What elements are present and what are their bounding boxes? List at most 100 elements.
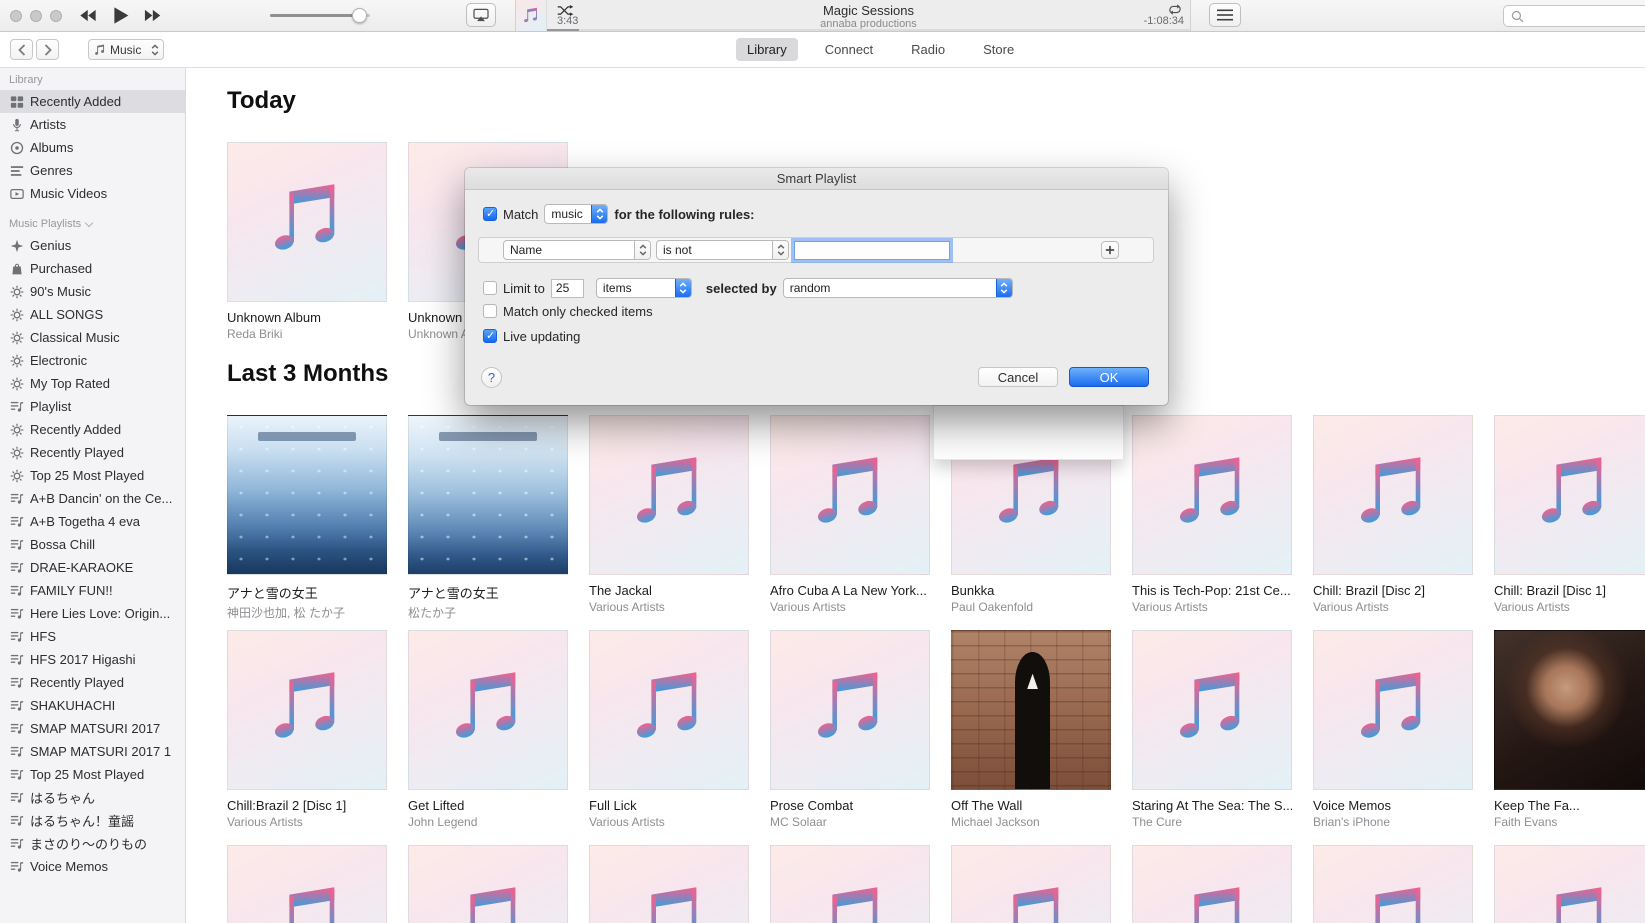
album-card[interactable]: [1132, 845, 1292, 923]
sidebar-item[interactable]: FAMILY FUN!!: [0, 579, 185, 602]
album-art-note[interactable]: [1132, 845, 1292, 923]
sidebar-item[interactable]: SMAP MATSURI 2017 1: [0, 740, 185, 763]
tab-store[interactable]: Store: [972, 38, 1025, 61]
limit-checkbox[interactable]: [483, 281, 497, 295]
album-art-frozen[interactable]: [227, 415, 387, 575]
selected-by-popup[interactable]: random: [782, 278, 1013, 298]
album-card[interactable]: [408, 845, 568, 923]
album-art-note[interactable]: [227, 630, 387, 790]
match-only-checked-checkbox[interactable]: [483, 304, 497, 318]
album-card[interactable]: Unknown Album Reda Briki: [227, 142, 387, 343]
album-card[interactable]: Chill: Brazil [Disc 2] Various Artists: [1313, 415, 1473, 616]
sidebar-item[interactable]: SMAP MATSURI 2017: [0, 717, 185, 740]
repeat-icon[interactable]: [1168, 4, 1182, 15]
match-type-popup[interactable]: music: [544, 204, 609, 224]
album-art-note[interactable]: [1132, 415, 1292, 575]
tab-library[interactable]: Library: [736, 38, 798, 61]
sidebar-item[interactable]: Recently Played: [0, 441, 185, 464]
sidebar-item[interactable]: Albums: [0, 136, 185, 159]
sidebar-item[interactable]: Top 25 Most Played: [0, 763, 185, 786]
album-art-note[interactable]: [770, 845, 930, 923]
sidebar-item[interactable]: Genres: [0, 159, 185, 182]
up-next-button[interactable]: [1209, 3, 1241, 27]
sidebar-item[interactable]: Artists: [0, 113, 185, 136]
add-rule-button[interactable]: [1101, 241, 1119, 259]
rule-field-popup[interactable]: Name: [503, 240, 651, 260]
album-card[interactable]: Afro Cuba A La New York... Various Artist…: [770, 415, 930, 616]
sidebar-item[interactable]: My Top Rated: [0, 372, 185, 395]
ok-button[interactable]: OK: [1069, 367, 1149, 387]
playback-progress[interactable]: [547, 29, 1190, 31]
album-art-note[interactable]: [408, 845, 568, 923]
album-art-note[interactable]: [1313, 415, 1473, 575]
match-checkbox[interactable]: [483, 207, 497, 221]
album-art-note[interactable]: [589, 415, 749, 575]
sidebar-item[interactable]: HFS 2017 Higashi: [0, 648, 185, 671]
live-updating-checkbox[interactable]: [483, 329, 497, 343]
album-art-mj[interactable]: [951, 630, 1111, 790]
sidebar-item[interactable]: まさのり〜のりもの: [0, 832, 185, 855]
sidebar-item[interactable]: はるちゃん！童謡: [0, 809, 185, 832]
volume-knob[interactable]: [352, 8, 367, 23]
album-card[interactable]: Keep The Fa... Faith Evans: [1494, 630, 1645, 831]
album-art-note[interactable]: [589, 630, 749, 790]
sidebar-item[interactable]: A+B Dancin' on the Ce...: [0, 487, 185, 510]
rule-operator-popup[interactable]: is not: [656, 240, 789, 260]
sidebar-item[interactable]: Electronic: [0, 349, 185, 372]
album-card[interactable]: Full Lick Various Artists: [589, 630, 749, 831]
album-card[interactable]: アナと雪の女王 神田沙也加, 松 たか子: [227, 415, 387, 620]
album-card[interactable]: The Jackal Various Artists: [589, 415, 749, 616]
limit-unit-popup[interactable]: items: [595, 278, 692, 298]
sidebar-item[interactable]: Bossa Chill: [0, 533, 185, 556]
album-card[interactable]: Chill: Brazil [Disc 1] Various Artists: [1494, 415, 1645, 616]
album-card[interactable]: アナと雪の女王 松たか子: [408, 415, 568, 620]
next-button[interactable]: [144, 9, 163, 22]
airplay-button[interactable]: [466, 3, 496, 27]
album-art-note[interactable]: [408, 630, 568, 790]
tab-connect[interactable]: Connect: [814, 38, 884, 61]
tab-radio[interactable]: Radio: [900, 38, 956, 61]
sidebar-item[interactable]: Here Lies Love: Origin...: [0, 602, 185, 625]
forward-button[interactable]: [36, 39, 59, 60]
sidebar-item[interactable]: Music Videos: [0, 182, 185, 205]
sidebar-item[interactable]: はるちゃん: [0, 786, 185, 809]
album-card[interactable]: [589, 845, 749, 923]
album-art-note[interactable]: [227, 142, 387, 302]
album-card[interactable]: Off The Wall Michael Jackson: [951, 630, 1111, 831]
album-card[interactable]: This is Tech-Pop: 21st Ce... Various Arti…: [1132, 415, 1292, 616]
album-card[interactable]: Chill:Brazil 2 [Disc 1] Various Artists: [227, 630, 387, 831]
sidebar-item[interactable]: DRAE-KARAOKE: [0, 556, 185, 579]
album-art-note[interactable]: [770, 630, 930, 790]
album-card[interactable]: [1313, 845, 1473, 923]
media-picker[interactable]: Music: [88, 39, 164, 60]
sidebar-item[interactable]: Playlist: [0, 395, 185, 418]
album-card[interactable]: Voice Memos Brian's iPhone: [1313, 630, 1473, 831]
album-card[interactable]: [951, 845, 1111, 923]
album-card[interactable]: Prose Combat MC Solaar: [770, 630, 930, 831]
album-art-note[interactable]: [1132, 630, 1292, 790]
album-card[interactable]: [770, 845, 930, 923]
sidebar-item[interactable]: SHAKUHACHI: [0, 694, 185, 717]
sidebar-item[interactable]: Voice Memos: [0, 855, 185, 878]
album-art-note[interactable]: [589, 845, 749, 923]
sidebar-item[interactable]: A+B Togetha 4 eva: [0, 510, 185, 533]
sidebar-playlists-header[interactable]: Music Playlists: [0, 212, 185, 234]
sidebar-item[interactable]: Top 25 Most Played: [0, 464, 185, 487]
sidebar-item[interactable]: Recently Played: [0, 671, 185, 694]
play-button[interactable]: [112, 6, 130, 25]
album-card[interactable]: [1494, 845, 1645, 923]
sidebar-item[interactable]: Classical Music: [0, 326, 185, 349]
album-art-frozen2[interactable]: [408, 415, 568, 575]
album-art-note[interactable]: [227, 845, 387, 923]
back-button[interactable]: [10, 39, 33, 60]
album-art-faith[interactable]: [1494, 630, 1645, 790]
minimize-window-button[interactable]: [30, 10, 42, 22]
album-art-note[interactable]: [1494, 845, 1645, 923]
rule-value-input[interactable]: [794, 240, 950, 260]
album-art-note[interactable]: [951, 845, 1111, 923]
limit-value-input[interactable]: 25: [550, 278, 584, 298]
album-art-note[interactable]: [1494, 415, 1645, 575]
album-card[interactable]: [227, 845, 387, 923]
sidebar-item[interactable]: Genius: [0, 234, 185, 257]
album-art-note[interactable]: [770, 415, 930, 575]
